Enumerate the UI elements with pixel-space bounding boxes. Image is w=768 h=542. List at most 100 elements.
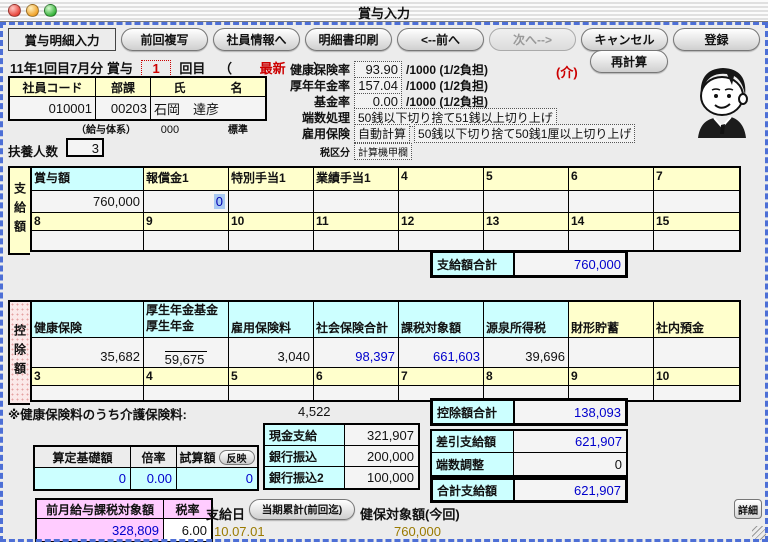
health-rate-label: 健康保険率 <box>288 61 350 78</box>
care-insurance-mark: (介) <box>556 62 578 81</box>
pension-rate-unit: /1000 (1/2負担) <box>406 77 488 94</box>
recalculate-button[interactable]: 再計算 <box>590 50 668 73</box>
payment-cell-8[interactable] <box>32 231 144 250</box>
deduction-cell-5[interactable] <box>229 386 314 400</box>
period-label: 11年1回目7月分 賞与 <box>10 61 133 76</box>
deduction-cell-pension[interactable]: 59,675 <box>144 338 229 367</box>
rounding-adjust-value[interactable]: 0 <box>514 453 626 475</box>
tax-class-field[interactable]: 計算機甲欄 <box>354 143 412 160</box>
paren-open: （ <box>219 61 232 76</box>
payment-cell-5[interactable] <box>484 191 569 212</box>
deduction-cell-deposit[interactable] <box>654 338 739 367</box>
bonus-count-field[interactable]: 1 <box>141 60 170 77</box>
deduction-cell-withholding[interactable]: 39,696 <box>484 338 569 367</box>
deduction-table: 健康保険 厚生年金基金 厚生年金 雇用保険料 社会保険合計 課税対象額 源泉所得… <box>30 300 741 402</box>
payment-cell-bonus[interactable]: 760,000 <box>32 191 144 212</box>
health-target-value: 760,000 <box>394 524 441 539</box>
payment-header-4: 4 <box>399 168 484 190</box>
health-target-label: 健保対象額(今回) <box>360 504 460 523</box>
pay-date-value: 10.07.01 <box>214 524 265 539</box>
health-rate-row: 健康保険率 93.90 /1000 (1/2負担) <box>288 61 488 77</box>
employee-dept-value[interactable]: 00203 <box>96 97 151 119</box>
previous-button[interactable]: <--前へ <box>397 28 484 51</box>
deduction-cell-4[interactable] <box>144 386 229 400</box>
deduction-header-10: 10 <box>654 368 739 385</box>
bank-transfer1-label: 銀行振込 <box>265 446 345 466</box>
title-bar[interactable]: 賞与入力 <box>0 0 768 22</box>
deduction-header-6: 6 <box>314 368 399 385</box>
resize-handle[interactable] <box>752 526 766 540</box>
deduction-header-7: 7 <box>399 368 484 385</box>
copy-previous-button[interactable]: 前回複写 <box>121 28 208 51</box>
calc-trial-header: 試算額 反映 <box>177 447 257 467</box>
pension-value[interactable]: 59,675 <box>165 351 208 367</box>
deduction-cell-taxable: 661,603 <box>399 338 484 367</box>
register-button[interactable]: 登録 <box>673 28 760 51</box>
deduction-header-8: 8 <box>484 368 569 385</box>
deduction-header-taxable: 課税対象額 <box>399 302 484 337</box>
deduction-cell-3[interactable] <box>32 386 144 400</box>
deduction-cell-employment[interactable]: 3,040 <box>229 338 314 367</box>
deduction-header-5: 5 <box>229 368 314 385</box>
payment-cell-12[interactable] <box>399 231 484 250</box>
selected-cell-value[interactable]: 0 <box>214 194 225 209</box>
payment-table: 賞与額 報償金1 特別手当1 業績手当1 4 5 6 7 760,000 0 <box>30 166 741 252</box>
pension-rate-field[interactable]: 157.04 <box>354 77 402 94</box>
payment-cell-14[interactable] <box>569 231 654 250</box>
deduction-total-label: 控除額合計 <box>433 401 515 423</box>
payment-cell-1[interactable]: 0 <box>144 191 229 212</box>
net-pay-value: 621,907 <box>514 431 626 452</box>
period-line: 11年1回目7月分 賞与 1 回目 （ 最新 ） <box>10 58 326 77</box>
employment-mode-field[interactable]: 自動計算 <box>354 124 410 143</box>
payment-header-2: 特別手当1 <box>229 168 314 190</box>
employment-rule-field[interactable]: 50銭以下切り捨て50銭1厘以上切り上げ <box>414 124 635 143</box>
cash-bank-box: 現金支給 321,907 銀行振込 200,000 銀行振込2 100,000 <box>263 423 420 490</box>
dependents-field[interactable]: 3 <box>66 138 104 157</box>
pay-system-name: 標準 <box>228 125 248 136</box>
deduction-header-social-total: 社会保険合計 <box>314 302 399 337</box>
tax-class-label: 税区分 <box>288 144 350 159</box>
period-suffix: 回目 <box>179 61 205 76</box>
payment-cell-15[interactable] <box>654 231 739 250</box>
deduction-cell-health[interactable]: 35,682 <box>32 338 144 367</box>
prev-month-taxable-label: 前月給与課税対象額 <box>37 500 164 518</box>
employee-info-button[interactable]: 社員情報へ <box>213 28 300 51</box>
payment-cell-7[interactable] <box>654 191 739 212</box>
deduction-cell-6[interactable] <box>314 386 399 400</box>
cumulative-button[interactable]: 当期累計(前回迄) <box>249 499 355 520</box>
cash-pay-value[interactable]: 321,907 <box>345 425 418 445</box>
detail-button[interactable]: 詳細 <box>734 499 762 519</box>
bank-transfer1-value[interactable]: 200,000 <box>345 446 418 466</box>
deduction-header-employment: 雇用保険料 <box>229 302 314 337</box>
payment-cell-3[interactable] <box>314 191 399 212</box>
prev-month-tax-rate-value[interactable]: 6.00 <box>164 519 211 541</box>
window-title: 賞与入力 <box>0 3 768 22</box>
deduction-side-label: 控除額 <box>8 300 30 405</box>
payment-cell-2[interactable] <box>229 191 314 212</box>
fund-rate-label: 基金率 <box>288 93 350 110</box>
payment-cell-4[interactable] <box>399 191 484 212</box>
apply-button[interactable]: 反映 <box>219 450 255 465</box>
pay-date-label: 支給日 <box>206 504 245 523</box>
payment-cell-6[interactable] <box>569 191 654 212</box>
payment-header-9: 9 <box>144 213 229 230</box>
payment-cell-9[interactable] <box>144 231 229 250</box>
calc-base-value[interactable]: 0 <box>35 468 131 489</box>
bank-transfer2-value[interactable]: 100,000 <box>345 467 418 488</box>
employment-insurance-label: 雇用保険 <box>288 125 350 142</box>
prev-month-taxable-value[interactable]: 328,809 <box>37 519 164 541</box>
employment-insurance-row: 雇用保険 自動計算 50銭以下切り捨て50銭1厘以上切り上げ <box>288 125 635 141</box>
cancel-button[interactable]: キャンセル <box>581 28 668 51</box>
deduction-header-3: 3 <box>32 368 144 385</box>
deduction-cell-10[interactable] <box>654 386 739 400</box>
health-rate-field[interactable]: 93.90 <box>354 61 402 78</box>
calc-base-label: 算定基礎額 <box>35 447 131 467</box>
deduction-cell-savings[interactable] <box>569 338 654 367</box>
employee-code-value[interactable]: 010001 <box>10 97 96 119</box>
print-slip-button[interactable]: 明細書印刷 <box>305 28 392 51</box>
payment-cell-11[interactable] <box>314 231 399 250</box>
payment-cell-13[interactable] <box>484 231 569 250</box>
payment-cell-10[interactable] <box>229 231 314 250</box>
calc-rate-value[interactable]: 0.00 <box>131 468 177 489</box>
deduction-header-pension: 厚生年金基金 厚生年金 <box>144 302 229 337</box>
